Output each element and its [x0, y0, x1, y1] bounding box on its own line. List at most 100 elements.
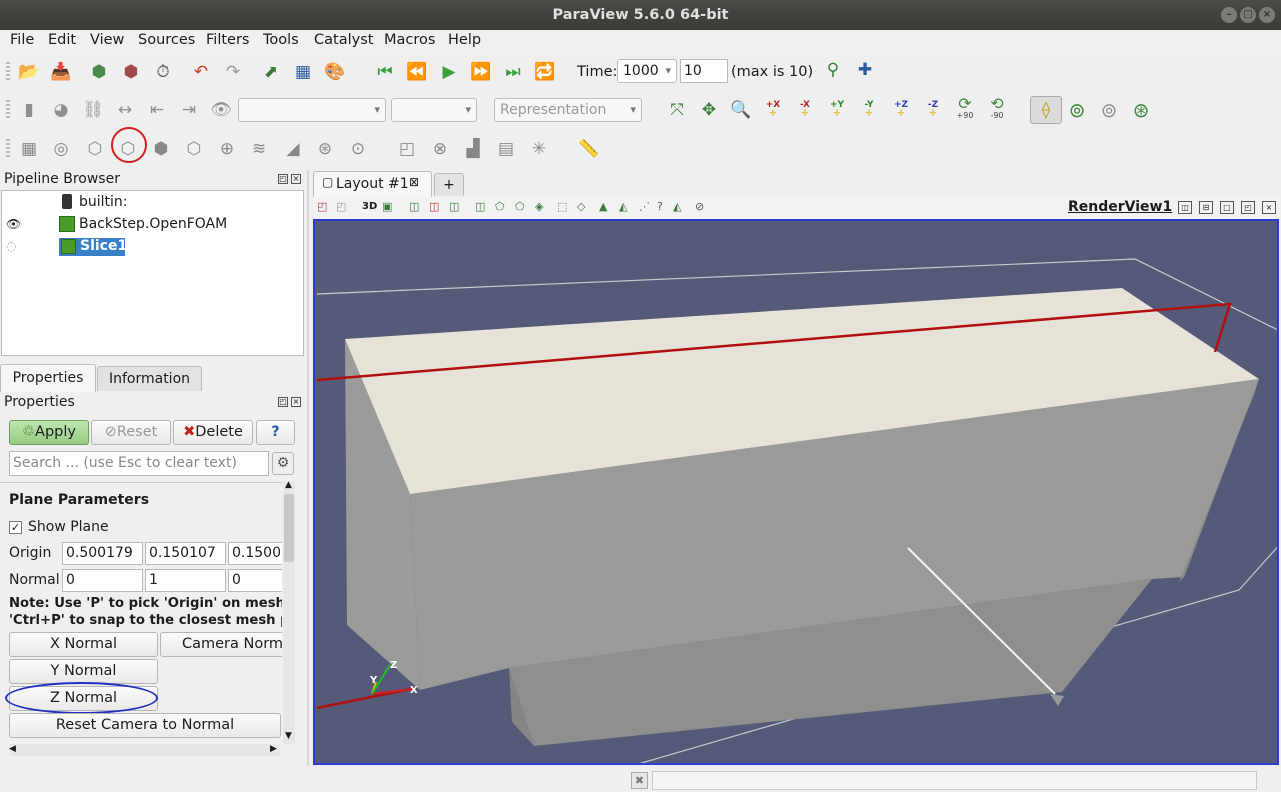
extract-subset-icon[interactable]: ⬡	[182, 137, 206, 161]
find-data-icon[interactable]: ◰	[395, 137, 419, 161]
maximize-view-icon[interactable]: □	[1220, 201, 1234, 214]
undo-icon[interactable]: ↶	[189, 60, 213, 84]
open-file-icon[interactable]: 📂	[17, 60, 41, 84]
rotate-minus-90-icon[interactable]: ⟲ -90	[985, 96, 1009, 120]
select-points-through-icon[interactable]: ◫	[475, 200, 485, 213]
tooltip-icon[interactable]: ?	[657, 200, 663, 213]
plot-selection-icon[interactable]: ▤	[494, 137, 518, 161]
zoom-to-box-icon[interactable]: 🔍	[729, 98, 753, 122]
rotate-plus-90-icon[interactable]: ⟳ +90	[953, 96, 977, 120]
scroll-right-icon[interactable]: ▶	[270, 744, 277, 754]
hover-points-icon[interactable]: ◇	[577, 200, 585, 213]
group-datasets-icon[interactable]: ⊛	[313, 137, 337, 161]
capture-icon[interactable]: ◰	[317, 200, 327, 213]
clip-filter-icon[interactable]: ⬡	[83, 137, 107, 161]
pipeline-item-builtin[interactable]: builtin:	[79, 194, 128, 210]
normal-y-field[interactable]: 1	[145, 569, 226, 592]
float-panel-icon[interactable]: ◰	[278, 174, 288, 184]
select-blocks-icon[interactable]: ◈	[535, 200, 543, 213]
extract-level-icon[interactable]: ⊙	[346, 137, 370, 161]
rescale-custom-icon[interactable]: ↔	[113, 98, 137, 122]
rescale-temporal-icon[interactable]: ⇥	[177, 98, 201, 122]
save-screenshot-icon[interactable]: ▦	[291, 60, 315, 84]
menu-tools[interactable]: Tools	[263, 32, 299, 48]
pick-center-icon[interactable]: ⊛	[1129, 98, 1153, 122]
menu-sources[interactable]: Sources	[138, 32, 195, 48]
toggle-color-legend-icon[interactable]: ▮	[17, 98, 41, 122]
auto-apply-icon[interactable]: ⏱	[151, 60, 175, 84]
component-select[interactable]	[391, 98, 477, 122]
reset-button[interactable]: ⊘Reset	[91, 420, 171, 445]
search-input[interactable]: Search ... (use Esc to clear text)	[9, 451, 269, 476]
close-view-icon[interactable]: ×	[1262, 201, 1276, 214]
select-polygon-cells-icon[interactable]: ⬠	[495, 200, 505, 213]
scroll-down-icon[interactable]: ▼	[285, 731, 292, 741]
split-horizontal-icon[interactable]: ◫	[1178, 201, 1192, 214]
edit-selection-icon[interactable]: ◭	[673, 200, 681, 213]
clear-selection-icon[interactable]: ⊘	[695, 200, 704, 213]
threshold-filter-icon[interactable]: ⬢	[149, 137, 173, 161]
add-layout-tab[interactable]: +	[434, 173, 464, 196]
previous-frame-icon[interactable]: ⏪	[405, 60, 429, 84]
close-panel-icon[interactable]: ×	[291, 174, 301, 184]
glyph-filter-icon[interactable]: ⊕	[215, 137, 239, 161]
center-of-rotation-icon[interactable]: ⊚	[1065, 98, 1089, 122]
float-view-icon[interactable]: ◰	[1241, 201, 1255, 214]
minimize-icon[interactable]: –	[1221, 7, 1237, 23]
view-plus-z-icon[interactable]: +Z ✛	[889, 98, 913, 122]
pipeline-item-backstep[interactable]: BackStep.OpenFOAM	[79, 216, 227, 232]
menu-view[interactable]: View	[90, 32, 124, 48]
reset-camera-to-normal-button[interactable]: Reset Camera to Normal	[9, 713, 281, 738]
stream-tracer-icon[interactable]: ≋	[247, 137, 271, 161]
close-properties-icon[interactable]: ×	[291, 397, 301, 407]
reset-session-icon[interactable]: ⬈	[259, 60, 283, 84]
scroll-up-icon[interactable]: ▲	[285, 480, 292, 490]
color-by-select[interactable]	[238, 98, 386, 122]
rescale-visible-range-icon[interactable]: 👁	[209, 98, 233, 122]
grow-selection-icon[interactable]: ▲	[599, 200, 607, 213]
show-plane-checkbox[interactable]: ✓	[9, 521, 22, 534]
screenshot-view-icon[interactable]: ▣	[382, 200, 392, 213]
menu-file[interactable]: File	[10, 32, 34, 48]
last-frame-icon[interactable]: ⏭	[501, 60, 525, 84]
view-minus-x-icon[interactable]: -X ✛	[793, 98, 817, 122]
select-cells-on-icon[interactable]: ◫	[409, 200, 419, 213]
disconnect-server-icon[interactable]: ⬢	[119, 60, 143, 84]
properties-horizontal-scrollbar[interactable]: ◀ ▶	[9, 744, 280, 756]
menu-edit[interactable]: Edit	[48, 32, 76, 48]
normal-z-field[interactable]: 0	[228, 569, 282, 592]
view-minus-z-icon[interactable]: -Z ✛	[921, 98, 945, 122]
edit-color-map-icon[interactable]: ◕	[49, 98, 73, 122]
clear-status-icon[interactable]: ✖	[631, 772, 648, 789]
orientation-axes-toggle-icon[interactable]: ⟠	[1030, 96, 1062, 124]
representation-select[interactable]: Representation	[494, 98, 642, 122]
origin-y-field[interactable]: 0.150107	[145, 542, 226, 565]
next-frame-icon[interactable]: ⏩	[469, 60, 493, 84]
connect-server-icon[interactable]: ⬢	[87, 60, 111, 84]
close-layout-icon[interactable]: ⊠	[409, 175, 419, 189]
panel-splitter[interactable]	[307, 170, 309, 766]
camera-undo-icon[interactable]: ◰	[336, 200, 346, 213]
scroll-left-icon[interactable]: ◀	[9, 744, 16, 754]
contour-filter-icon[interactable]: ◎	[49, 137, 73, 161]
ruler-icon[interactable]: 📏	[577, 137, 601, 161]
add-camera-icon[interactable]: ✚	[853, 58, 877, 82]
gear-icon[interactable]: ⚙	[272, 452, 294, 475]
load-state-icon[interactable]: 📥	[49, 60, 73, 84]
first-frame-icon[interactable]: ⏮	[373, 60, 397, 84]
query-icon[interactable]: ⊗	[428, 137, 452, 161]
reset-center-icon[interactable]: ⊚	[1097, 98, 1121, 122]
close-icon[interactable]: ×	[1259, 7, 1275, 23]
camera-normal-button[interactable]: Camera Norma	[160, 632, 282, 657]
properties-vertical-scrollbar[interactable]: ▲ ▼	[283, 480, 295, 744]
color-palette-icon[interactable]: 🎨	[323, 60, 347, 84]
y-normal-button[interactable]: Y Normal	[9, 659, 158, 684]
float-properties-icon[interactable]: ◰	[278, 397, 288, 407]
play-icon[interactable]: ▶	[437, 60, 461, 84]
maximize-icon[interactable]: □	[1240, 7, 1256, 23]
reset-range-icon[interactable]: ⛓	[81, 98, 105, 122]
time-step-spinbox[interactable]: 10	[680, 59, 728, 83]
zoom-to-data-icon[interactable]: ✥	[697, 98, 721, 122]
time-select[interactable]: 1000	[617, 59, 677, 83]
redo-icon[interactable]: ↷	[221, 60, 245, 84]
